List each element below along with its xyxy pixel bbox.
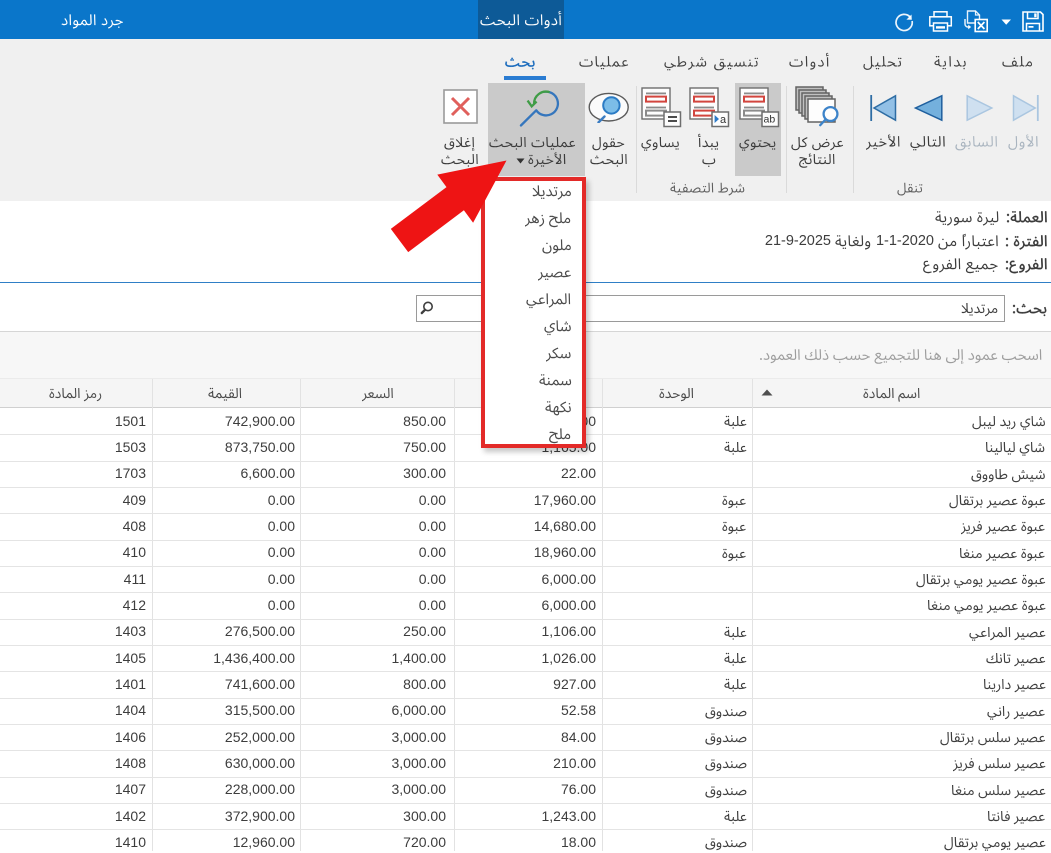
svg-text:a: a bbox=[720, 114, 727, 126]
svg-text:ab: ab bbox=[764, 114, 776, 126]
